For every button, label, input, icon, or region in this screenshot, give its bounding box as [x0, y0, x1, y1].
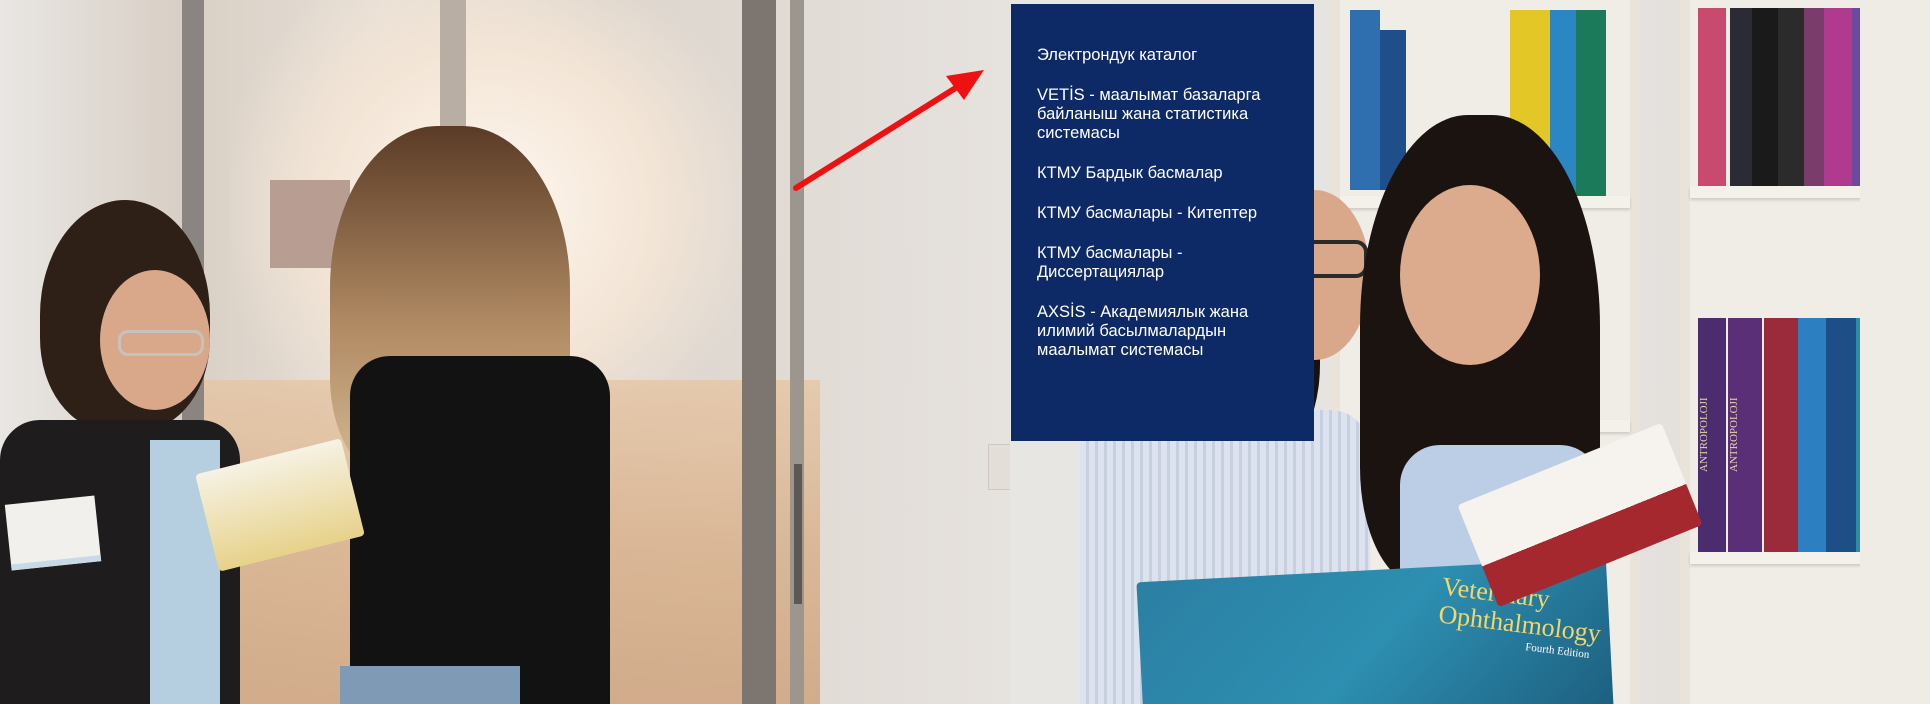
menu-item-electronic-catalog[interactable]: Электрондук каталог — [1037, 46, 1292, 65]
menu-item-ktmu-all-publications[interactable]: КТМУ Бардык басмалар — [1037, 164, 1292, 183]
book-spine: ANTROPOLOJI — [1728, 318, 1762, 552]
student-curly-hair — [0, 190, 260, 704]
hero-banner: ANTROPOLOJI ANTROPOLOJI Veterinary Ophth… — [0, 0, 1930, 704]
book-spine: ANTROPOLOJI — [1698, 318, 1726, 552]
door-frame — [742, 0, 776, 704]
student-long-hair — [310, 126, 610, 704]
door-handle — [794, 464, 802, 604]
open-book-left — [4, 495, 102, 571]
library-resources-menu: Электрондук каталог VETİS - маалымат баз… — [1011, 4, 1314, 441]
menu-item-ktmu-books[interactable]: КТМУ басмалары - Китептер — [1037, 204, 1292, 223]
spine-text: ANTROPOLOJI — [1728, 397, 1740, 473]
menu-item-vetis[interactable]: VETİS - маалымат базаларга байланыш жана… — [1037, 86, 1292, 143]
menu-item-ktmu-dissertations[interactable]: КТМУ басмалары - Диссертациялар — [1037, 244, 1292, 282]
red-arrow-icon — [793, 70, 984, 191]
shelf-column — [1860, 0, 1930, 704]
spine-text: ANTROPOLOJI — [1698, 397, 1710, 473]
menu-item-axsis[interactable]: AXSİS - Академиялык жана илимий басылмал… — [1037, 303, 1292, 360]
